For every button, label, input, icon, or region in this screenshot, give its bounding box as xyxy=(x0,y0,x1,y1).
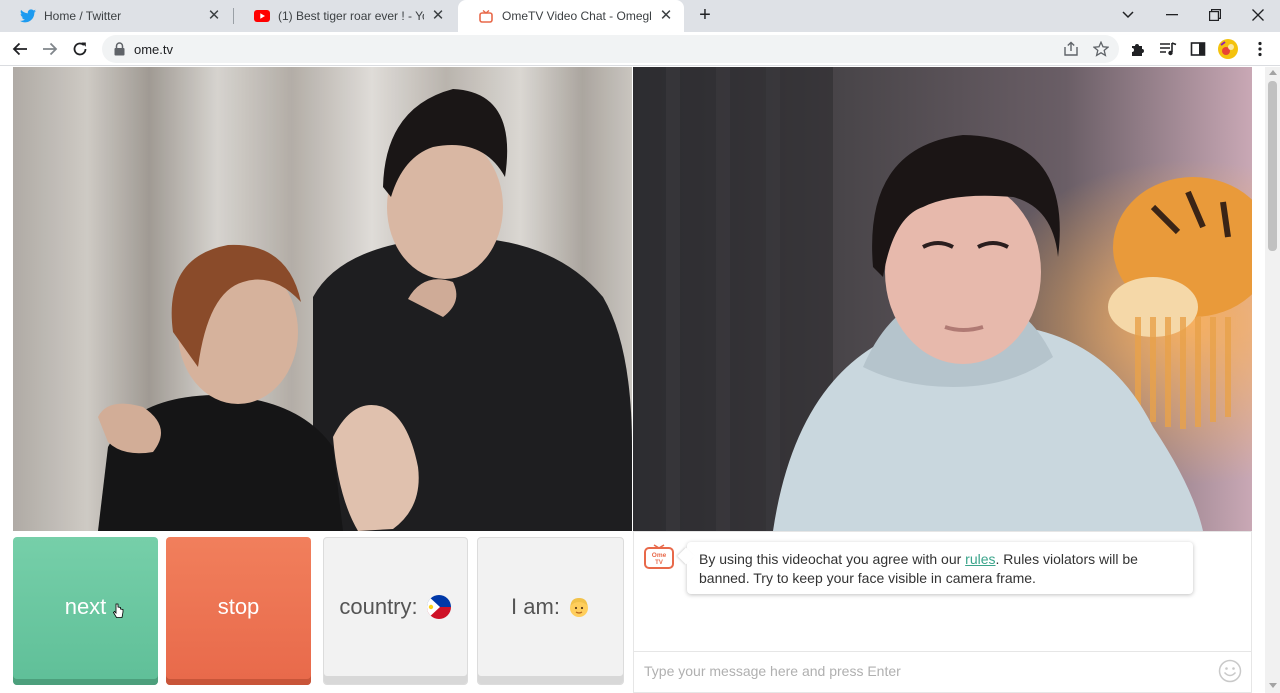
stop-label: stop xyxy=(217,594,260,619)
close-tab-icon[interactable]: ✕ xyxy=(206,8,222,24)
tab-strip: Home / Twitter ✕ (1) Best tiger roar eve… xyxy=(0,0,1280,32)
ometv-page: next stop country: I am: Ome TV By using… xyxy=(0,67,1280,693)
tab-title: OmeTV Video Chat - Omegle Ra xyxy=(502,9,652,23)
partner-video xyxy=(13,67,632,531)
philippines-flag-icon xyxy=(426,594,452,620)
man-face-icon xyxy=(568,596,590,618)
ometv-icon xyxy=(478,8,494,24)
minimize-button[interactable] xyxy=(1150,0,1194,30)
forward-button[interactable] xyxy=(38,37,62,61)
gender-selector[interactable]: I am: xyxy=(477,537,624,685)
close-tab-icon[interactable]: ✕ xyxy=(658,8,674,24)
menu-kebab-icon[interactable] xyxy=(1250,39,1270,59)
svg-text:Ome: Ome xyxy=(652,552,667,559)
page-scrollbar[interactable] xyxy=(1265,67,1280,693)
self-camera-video xyxy=(633,67,1252,531)
address-bar[interactable]: ome.tv xyxy=(102,35,1119,63)
rules-notice: By using this videochat you agree with o… xyxy=(687,542,1193,594)
close-window-button[interactable] xyxy=(1236,0,1280,30)
next-label: next xyxy=(64,594,107,619)
profile-avatar[interactable] xyxy=(1218,39,1238,59)
scroll-up-arrow-icon[interactable] xyxy=(1269,70,1277,75)
lock-icon[interactable] xyxy=(114,42,125,61)
tab-twitter[interactable]: Home / Twitter ✕ xyxy=(0,0,232,32)
extensions-puzzle-icon[interactable] xyxy=(1128,39,1148,59)
close-tab-icon[interactable]: ✕ xyxy=(430,8,446,24)
rules-link[interactable]: rules xyxy=(965,551,995,567)
url-text[interactable]: ome.tv xyxy=(134,42,173,57)
reload-button[interactable] xyxy=(68,37,92,61)
youtube-icon xyxy=(254,8,270,24)
emoji-picker-icon[interactable] xyxy=(1218,659,1242,683)
bookmark-star-icon[interactable] xyxy=(1092,40,1110,58)
tab-title: (1) Best tiger roar ever ! - YouTub xyxy=(278,9,424,23)
stop-button[interactable]: stop xyxy=(166,537,311,685)
iam-label: I am: xyxy=(511,594,560,619)
chat-input-row xyxy=(634,651,1251,692)
tab-title: Home / Twitter xyxy=(44,9,122,23)
tab-youtube[interactable]: (1) Best tiger roar ever ! - YouTub ✕ xyxy=(234,0,456,32)
media-queue-icon[interactable] xyxy=(1158,39,1178,59)
scroll-down-arrow-icon[interactable] xyxy=(1269,683,1277,688)
twitter-icon xyxy=(20,8,36,24)
country-selector[interactable]: country: xyxy=(323,537,468,685)
side-panel-icon[interactable] xyxy=(1188,39,1208,59)
back-button[interactable] xyxy=(8,37,32,61)
next-button[interactable]: next xyxy=(13,537,158,685)
svg-text:TV: TV xyxy=(655,560,663,566)
chat-message-input[interactable] xyxy=(644,652,1204,690)
restore-button[interactable] xyxy=(1193,0,1237,30)
share-icon[interactable] xyxy=(1062,40,1080,58)
scrollbar-thumb[interactable] xyxy=(1268,81,1277,251)
mouse-cursor-icon xyxy=(112,599,124,625)
ometv-logo-icon: Ome TV xyxy=(644,544,674,570)
chat-panel: Ome TV By using this videochat you agree… xyxy=(633,531,1252,693)
browser-toolbar: ome.tv xyxy=(0,32,1280,66)
country-label: country: xyxy=(339,594,418,619)
tab-ometv[interactable]: OmeTV Video Chat - Omegle Ra ✕ xyxy=(458,0,684,32)
tab-search-icon[interactable] xyxy=(1106,0,1150,30)
new-tab-button[interactable]: + xyxy=(694,4,716,26)
notice-text: By using this videochat you agree with o… xyxy=(699,551,966,567)
